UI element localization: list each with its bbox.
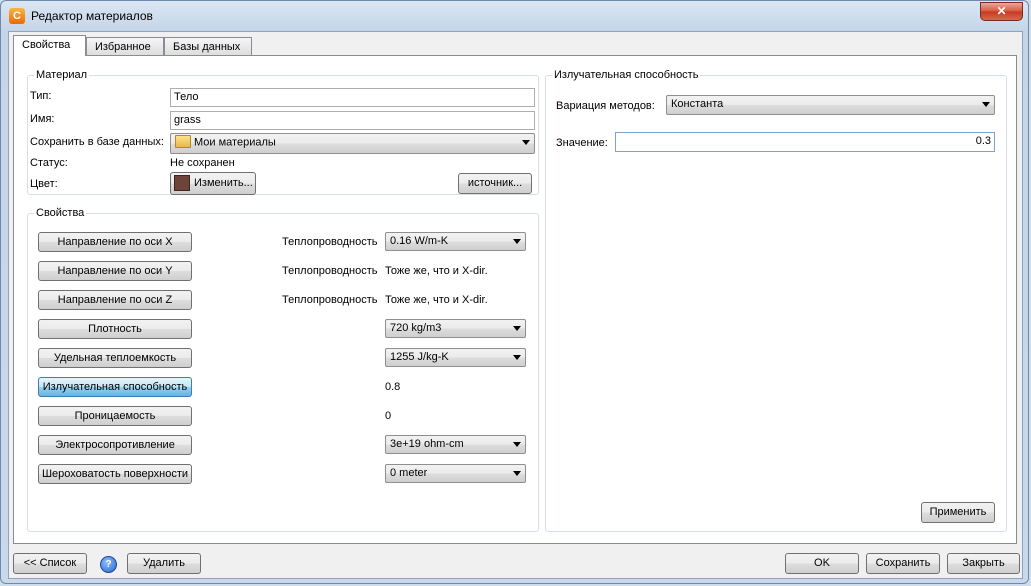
y-direction-button[interactable]: Направление по оси Y xyxy=(38,261,192,281)
bottom-bar: << Список ? Удалить OK Сохранить Закрыть xyxy=(9,546,1022,580)
name-label: Имя: xyxy=(30,113,55,125)
roughness-value: 0 meter xyxy=(390,467,428,479)
tab-properties[interactable]: Свойства xyxy=(13,35,86,56)
save-button[interactable]: Сохранить xyxy=(866,553,940,574)
emissivity-group: Излучательная способность Вариация метод… xyxy=(545,69,1007,532)
specific-heat-select[interactable]: 1255 J/kg-K xyxy=(385,348,526,367)
chevron-down-icon xyxy=(513,442,521,447)
tab-favorites[interactable]: Избранное xyxy=(86,37,164,55)
color-swatch xyxy=(174,175,190,192)
change-color-button[interactable]: Изменить... xyxy=(170,172,256,195)
method-select[interactable]: Константа xyxy=(666,95,995,115)
type-field[interactable]: Тело xyxy=(170,88,535,107)
specific-heat-value: 1255 J/kg-K xyxy=(390,351,449,363)
x-conductivity-value: 0.16 W/m-K xyxy=(390,235,449,247)
close-button[interactable]: Закрыть xyxy=(947,553,1020,574)
emissivity-value-field[interactable]: 0.3 xyxy=(615,132,995,152)
chevron-down-icon xyxy=(982,102,990,107)
color-label: Цвет: xyxy=(30,178,58,190)
dialog-client: Свойства Избранное Базы данных Материал … xyxy=(8,31,1023,579)
material-group: Материал Тип: Тело Имя: grass Сохранить … xyxy=(27,69,539,195)
chevron-down-icon xyxy=(522,140,530,145)
permeability-button[interactable]: Проницаемость xyxy=(38,406,192,426)
material-group-title: Материал xyxy=(34,69,89,81)
window-title: Редактор материалов xyxy=(31,9,153,23)
status-value: Не сохранен xyxy=(170,157,235,169)
window-close-button[interactable]: ✕ xyxy=(980,2,1023,21)
x-direction-button[interactable]: Направление по оси X xyxy=(38,232,192,252)
type-label: Тип: xyxy=(30,90,52,102)
delete-button[interactable]: Удалить xyxy=(127,553,201,574)
y-conductivity-value: Тоже же, что и X-dir. xyxy=(385,265,488,277)
help-icon[interactable]: ? xyxy=(100,556,117,573)
status-label: Статус: xyxy=(30,157,68,169)
chevron-down-icon xyxy=(513,326,521,331)
material-editor-window: C Редактор материалов ✕ Свойства Избранн… xyxy=(0,0,1029,584)
properties-tab-panel: Материал Тип: Тело Имя: grass Сохранить … xyxy=(13,55,1017,544)
y-conductivity-label: Теплопроводность xyxy=(282,265,378,277)
change-color-label: Изменить... xyxy=(194,177,253,189)
properties-group-title: Свойства xyxy=(34,207,87,219)
z-direction-button[interactable]: Направление по оси Z xyxy=(38,290,192,310)
specific-heat-button[interactable]: Удельная теплоемкость xyxy=(38,348,192,368)
resistivity-value: 3e+19 ohm-cm xyxy=(390,438,464,450)
save-db-select[interactable]: Мои материалы xyxy=(170,133,535,154)
value-label: Значение: xyxy=(556,137,608,149)
folder-icon xyxy=(175,135,191,148)
resistivity-select[interactable]: 3e+19 ohm-cm xyxy=(385,435,526,454)
resistivity-button[interactable]: Электросопротивление xyxy=(38,435,192,455)
chevron-down-icon xyxy=(513,355,521,360)
close-icon: ✕ xyxy=(996,4,1007,18)
emissivity-value: 0.8 xyxy=(385,381,401,393)
z-conductivity-label: Теплопроводность xyxy=(282,294,378,306)
properties-group: Свойства Направление по оси X Теплопрово… xyxy=(27,207,539,532)
chevron-down-icon xyxy=(513,239,521,244)
apply-button[interactable]: Применить xyxy=(921,502,995,523)
app-logo-icon: C xyxy=(9,8,25,24)
density-button[interactable]: Плотность xyxy=(38,319,192,339)
density-value: 720 kg/m3 xyxy=(390,322,442,334)
name-field[interactable]: grass xyxy=(170,111,535,130)
method-label: Вариация методов: xyxy=(556,100,655,112)
emissivity-group-title: Излучательная способность xyxy=(552,69,701,81)
source-button[interactable]: источник... xyxy=(458,173,532,194)
save-db-value: Мои материалы xyxy=(194,136,276,149)
save-db-label: Сохранить в базе данных: xyxy=(30,136,164,148)
chevron-down-icon xyxy=(513,471,521,476)
list-button[interactable]: << Список xyxy=(13,553,87,574)
x-conductivity-label: Теплопроводность xyxy=(282,236,378,248)
roughness-select[interactable]: 0 meter xyxy=(385,464,526,483)
ok-button[interactable]: OK xyxy=(785,553,859,574)
tab-databases[interactable]: Базы данных xyxy=(164,37,252,55)
roughness-button[interactable]: Шероховатость поверхности xyxy=(38,464,192,484)
z-conductivity-value: Тоже же, что и X-dir. xyxy=(385,294,488,306)
title-bar[interactable]: C Редактор материалов ✕ xyxy=(1,1,1028,31)
emissivity-button[interactable]: Излучательная способность xyxy=(38,377,192,397)
method-value: Константа xyxy=(671,98,724,110)
density-select[interactable]: 720 kg/m3 xyxy=(385,319,526,338)
x-conductivity-select[interactable]: 0.16 W/m-K xyxy=(385,232,526,251)
permeability-value: 0 xyxy=(385,410,392,422)
